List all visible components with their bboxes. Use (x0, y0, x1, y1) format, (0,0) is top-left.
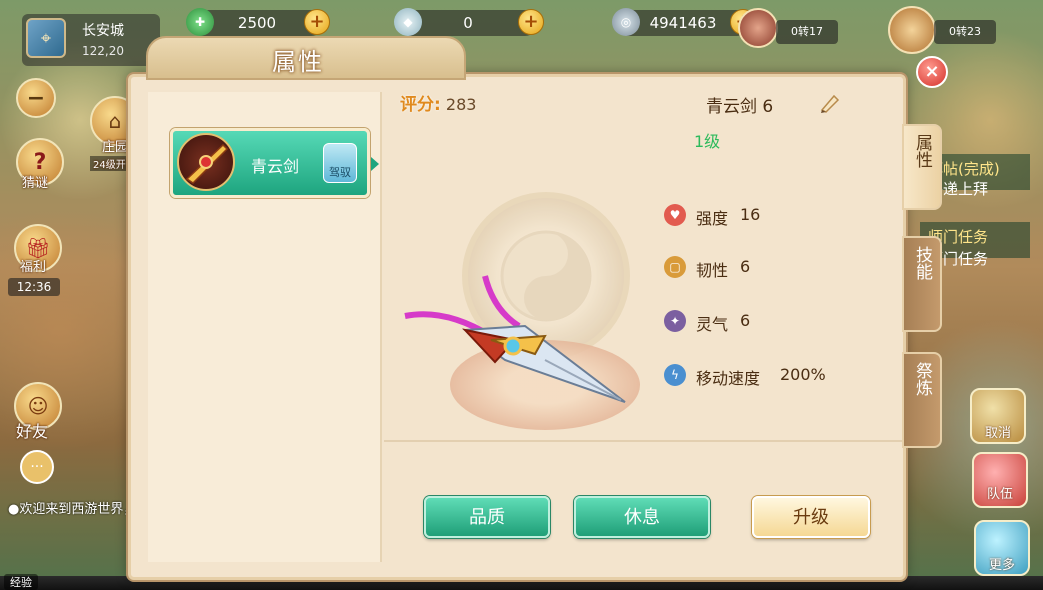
location-name: 长安城 (82, 23, 124, 39)
game-clock: 12:36 (8, 278, 60, 296)
dialog-title: 属性 (272, 48, 324, 76)
add-jade-button[interactable]: + (304, 9, 330, 35)
score-value: 283 (445, 95, 477, 114)
weapon-name: 青云剑 6 (706, 97, 774, 117)
ride-badge-label: 驾驭 (329, 166, 351, 179)
tab-attributes[interactable]: 属性 (902, 124, 942, 210)
location-panel[interactable]: ⌖ 长安城 122,20 (22, 14, 160, 66)
tab-refine-label: 祭炼 (912, 362, 932, 396)
team-button[interactable]: 队伍 (972, 452, 1028, 508)
item-list-entry-selected[interactable]: 青云剑 驾驭 (170, 128, 379, 198)
manor-label: 庄园 (102, 140, 129, 155)
resource-silver: ◆ 0 + (394, 8, 544, 36)
friends-icon: ☺ (27, 394, 49, 418)
stat-toughness-value: 6 (740, 257, 751, 276)
stat-strength: ♥ 强度 16 (664, 204, 774, 228)
resource-jade: ✚ 2500 + (186, 8, 330, 36)
stat-spirit-label: 灵气 (696, 315, 729, 334)
weapon-level: 1级 (694, 132, 721, 151)
spirit-icon: ✦ (664, 310, 686, 332)
pet-portrait[interactable] (738, 8, 778, 48)
stat-strength-value: 16 (740, 205, 761, 224)
map-icon[interactable]: ⌖ (26, 18, 66, 58)
collapse-menu-button[interactable]: − (16, 78, 56, 118)
weapon-thumbnail-icon (177, 133, 235, 191)
player-portrait[interactable] (888, 6, 936, 54)
content-divider (384, 440, 904, 442)
quality-button[interactable]: 品质 (424, 496, 550, 538)
stat-spirit: ✦ 灵气 6 (664, 310, 774, 334)
stat-move-speed-label: 移动速度 (696, 369, 761, 388)
tab-attributes-label: 属性 (912, 134, 932, 168)
score: 评分: 283 (400, 90, 476, 115)
riddle-icon: ? (33, 149, 47, 175)
more-button[interactable]: 更多 (974, 520, 1030, 576)
stat-move-speed-value: 200% (780, 365, 826, 384)
speed-icon: ϟ (664, 364, 686, 386)
rest-button[interactable]: 休息 (574, 496, 710, 538)
chat-bubble-icon[interactable]: ··· (20, 450, 54, 484)
tab-skills-label: 技能 (912, 246, 932, 280)
team-label: 队伍 (986, 486, 1013, 502)
stat-strength-label: 强度 (696, 209, 729, 228)
resource-copper: ◎ 4941463 + (612, 8, 756, 36)
ride-badge: 驾驭 (323, 143, 357, 183)
stat-toughness: ▢ 韧性 6 (664, 256, 774, 280)
pet-level: 0转17 (776, 20, 838, 44)
toughness-icon: ▢ (664, 256, 686, 278)
welfare-label: 福利 (20, 260, 47, 275)
resource-silver-value: 0 (463, 14, 473, 32)
selected-arrow-icon (371, 157, 379, 171)
manor-icon: ⌂ (108, 109, 122, 133)
add-silver-button[interactable]: + (518, 9, 544, 35)
location-coords: 122,20 (82, 44, 124, 58)
more-label: 更多 (988, 557, 1015, 573)
riddle-label: 猜谜 (22, 176, 49, 191)
item-name: 青云剑 (251, 157, 300, 176)
strength-icon: ♥ (664, 204, 686, 226)
score-label: 评分: (400, 95, 441, 115)
upgrade-button[interactable]: 升级 (752, 496, 870, 538)
exp-label: 经验 (4, 574, 38, 590)
minus-icon: − (26, 85, 46, 111)
friends-label: 好友 (16, 422, 49, 441)
tab-skills[interactable]: 技能 (902, 236, 942, 332)
cancel-button[interactable]: 取消 (970, 388, 1026, 444)
stat-spirit-value: 6 (740, 311, 751, 330)
player-level: 0转23 (934, 20, 996, 44)
stat-move-speed: ϟ 移动速度 200% (664, 364, 844, 388)
cancel-label: 取消 (984, 425, 1011, 441)
flying-sword-model (404, 275, 626, 403)
rename-pencil-icon[interactable] (818, 92, 842, 114)
tab-refine[interactable]: 祭炼 (902, 352, 942, 448)
close-button[interactable]: × (916, 56, 948, 88)
stat-toughness-label: 韧性 (696, 261, 729, 280)
